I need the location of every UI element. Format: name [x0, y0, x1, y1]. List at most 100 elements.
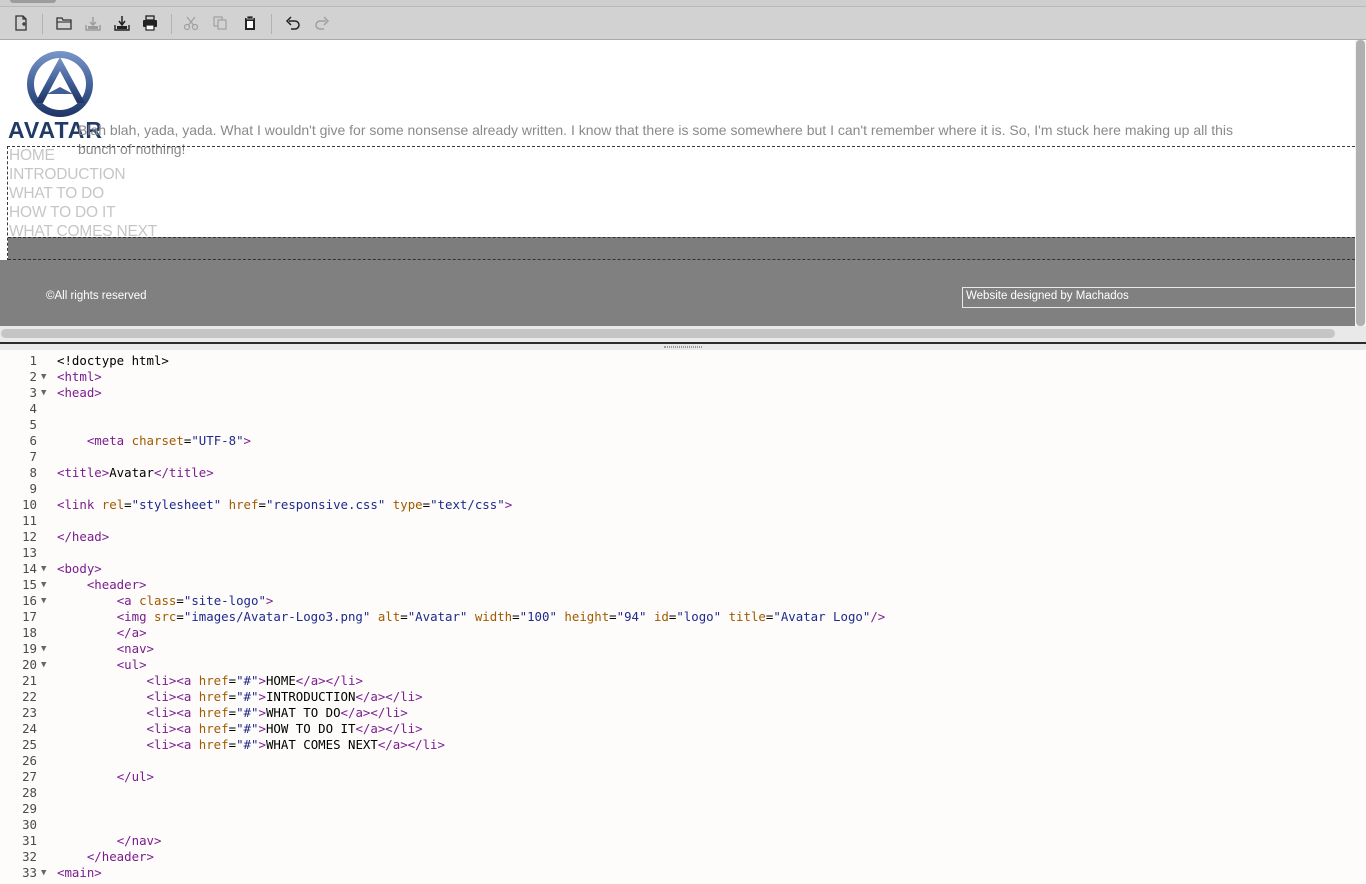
new-file-icon[interactable] — [11, 13, 31, 33]
line-number: 8 — [29, 465, 37, 480]
code-editor[interactable]: 1 <!doctype html> 2 ▼ <html> 3 ▼ <head> 4 5 6 <met… — [0, 350, 1366, 884]
code-line[interactable]: 30 — [0, 817, 1366, 833]
code-line[interactable]: 18 </a> — [0, 625, 1366, 641]
code-line[interactable]: 12 </head> — [0, 529, 1366, 545]
code-line[interactable]: 4 — [0, 401, 1366, 417]
fold-toggle-icon[interactable]: ▼ — [41, 593, 51, 609]
code-line[interactable]: 21 <li><a href="#">HOME</a></li> — [0, 673, 1366, 689]
code-line[interactable]: 8 <title>Avatar</title> — [0, 465, 1366, 481]
code-line[interactable]: 31 </nav> — [0, 833, 1366, 849]
preview-vertical-scroll-thumb[interactable] — [1356, 40, 1365, 326]
redo-icon[interactable] — [312, 13, 332, 33]
line-number: 32 — [22, 849, 37, 864]
undo-icon[interactable] — [283, 13, 303, 33]
code-line[interactable]: 27 </ul> — [0, 769, 1366, 785]
code-line[interactable]: 22 <li><a href="#">INTRODUCTION</a></li> — [0, 689, 1366, 705]
line-number: 29 — [22, 801, 37, 816]
code-line[interactable]: 14 ▼ <body> — [0, 561, 1366, 577]
code-line[interactable]: 9 — [0, 481, 1366, 497]
splitter-grip-icon[interactable] — [664, 346, 702, 348]
code-text: <li><a href="#">INTRODUCTION</a></li> — [146, 689, 423, 704]
line-number: 17 — [22, 609, 37, 624]
save-as-icon[interactable] — [112, 13, 132, 33]
code-line[interactable]: 13 — [0, 545, 1366, 561]
code-line[interactable]: 20 ▼ <ul> — [0, 657, 1366, 673]
window-tab[interactable] — [10, 0, 56, 3]
line-number: 26 — [22, 753, 37, 768]
code-text: </nav> — [116, 833, 162, 848]
code-line[interactable]: 19 ▼ <nav> — [0, 641, 1366, 657]
code-line[interactable]: 2 ▼ <html> — [0, 369, 1366, 385]
fold-toggle-icon[interactable]: ▼ — [41, 865, 51, 881]
line-number: 14 — [22, 561, 37, 576]
cut-icon[interactable] — [181, 13, 201, 33]
nav-link-home[interactable]: HOME — [9, 146, 157, 165]
code-text: <head> — [57, 385, 102, 400]
code-text: <li><a href="#">HOW TO DO IT</a></li> — [146, 721, 423, 736]
code-line[interactable]: 25 <li><a href="#">WHAT COMES NEXT</a></… — [0, 737, 1366, 753]
toolbar — [0, 7, 1366, 40]
code-line[interactable]: 26 — [0, 753, 1366, 769]
save-icon[interactable] — [83, 13, 103, 33]
nav-link-what-to-do[interactable]: WHAT TO DO — [9, 184, 157, 203]
line-number: 12 — [22, 529, 37, 544]
open-folder-icon[interactable] — [54, 13, 74, 33]
code-line[interactable]: 28 — [0, 785, 1366, 801]
code-line[interactable]: 10 <link rel="stylesheet" href="responsiv… — [0, 497, 1366, 513]
line-number: 1 — [29, 353, 37, 368]
code-line[interactable]: 33 ▼ <main> — [0, 865, 1366, 881]
fold-toggle-icon[interactable]: ▼ — [41, 657, 51, 673]
nav-link-introduction[interactable]: INTRODUCTION — [9, 165, 157, 184]
line-number: 33 — [22, 865, 37, 880]
code-line[interactable]: 7 — [0, 449, 1366, 465]
nav-link-how-to-do-it[interactable]: HOW TO DO IT — [9, 203, 157, 222]
code-line[interactable]: 23 <li><a href="#">WHAT TO DO</a></li> — [0, 705, 1366, 721]
code-text: <img src="images/Avatar-Logo3.png" alt="… — [116, 609, 886, 624]
line-number: 5 — [29, 417, 37, 432]
code-line[interactable]: 24 <li><a href="#">HOW TO DO IT</a></li> — [0, 721, 1366, 737]
preview-horizontal-scroll-thumb[interactable] — [1, 329, 1335, 338]
fold-toggle-icon[interactable]: ▼ — [41, 577, 51, 593]
fold-toggle-icon[interactable]: ▼ — [41, 369, 51, 385]
line-number: 2 — [29, 369, 37, 384]
code-line[interactable]: 17 <img src="images/Avatar-Logo3.png" al… — [0, 609, 1366, 625]
code-text: <link rel="stylesheet" href="responsive.… — [57, 497, 513, 512]
main-band — [8, 237, 1355, 260]
code-line[interactable]: 1 <!doctype html> — [0, 353, 1366, 369]
code-text: </ul> — [116, 769, 154, 784]
fold-toggle-icon[interactable]: ▼ — [41, 641, 51, 657]
line-number: 9 — [29, 481, 37, 496]
code-line[interactable]: 29 — [0, 801, 1366, 817]
designer-credit: Website designed by Machados — [962, 287, 1357, 308]
line-number: 22 — [22, 689, 37, 704]
code-text: <!doctype html> — [57, 353, 169, 368]
code-line[interactable]: 5 — [0, 417, 1366, 433]
line-number: 24 — [22, 721, 37, 736]
code-line[interactable]: 11 — [0, 513, 1366, 529]
code-text: </header> — [86, 849, 154, 864]
fold-toggle-icon[interactable]: ▼ — [41, 385, 51, 401]
line-number: 30 — [22, 817, 37, 832]
code-line[interactable]: 3 ▼ <head> — [0, 385, 1366, 401]
code-text: <html> — [57, 369, 102, 384]
code-text: <ul> — [116, 657, 147, 672]
code-line[interactable]: 16 ▼ <a class="site-logo"> — [0, 593, 1366, 609]
code-text: <a class="site-logo"> — [116, 593, 274, 608]
live-preview-pane[interactable]: AVATAR Blah blah, yada, yada. What I wou… — [0, 40, 1366, 342]
print-icon[interactable] — [140, 13, 160, 33]
code-text: <title>Avatar</title> — [57, 465, 214, 480]
code-text: <body> — [57, 561, 102, 576]
line-number: 13 — [22, 545, 37, 560]
window-top-strip — [0, 0, 1366, 7]
code-line[interactable]: 6 <meta charset="UTF-8"> — [0, 433, 1366, 449]
copyright-text: ©All rights reserved — [46, 290, 147, 302]
pane-splitter[interactable] — [0, 342, 1366, 350]
copy-icon[interactable] — [210, 13, 230, 33]
fold-toggle-icon[interactable]: ▼ — [41, 561, 51, 577]
line-number: 20 — [22, 657, 37, 672]
code-line[interactable]: 32 </header> — [0, 849, 1366, 865]
paste-icon[interactable] — [240, 13, 260, 33]
code-text: </a> — [116, 625, 147, 640]
code-text: <header> — [86, 577, 147, 592]
code-line[interactable]: 15 ▼ <header> — [0, 577, 1366, 593]
